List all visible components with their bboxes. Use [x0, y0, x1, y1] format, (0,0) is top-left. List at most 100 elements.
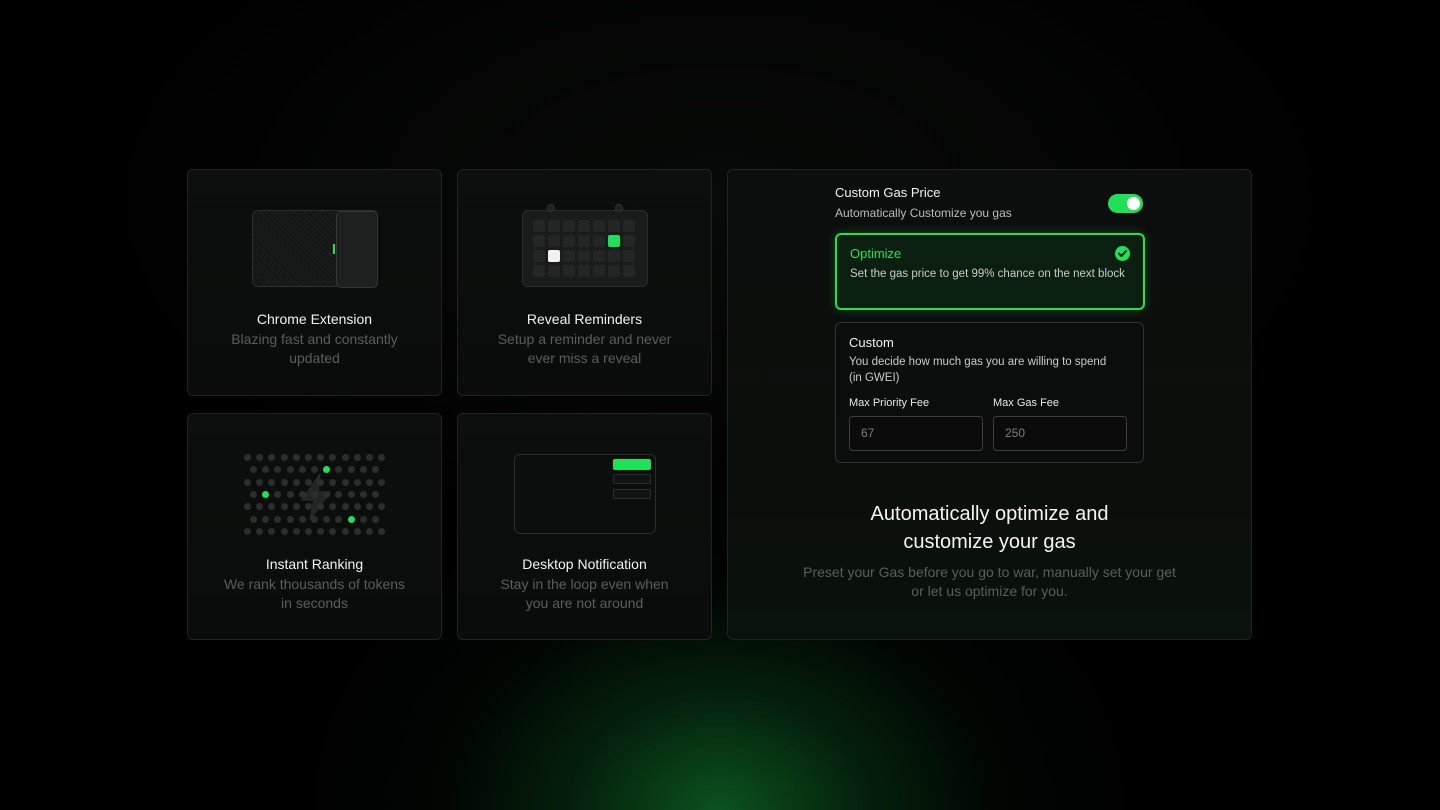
max-gas-fee-label: Max Gas Fee	[993, 397, 1060, 409]
rank-dot	[268, 527, 276, 535]
custom-option[interactable]: Custom You decide how much gas you are w…	[835, 322, 1144, 463]
optimize-title: Optimize	[850, 246, 902, 261]
rank-dot	[244, 503, 251, 511]
rank-dot	[244, 527, 251, 535]
feature-card-desktop-notification: Desktop Notification Stay in the loop ev…	[457, 413, 712, 640]
rank-dot	[366, 478, 373, 486]
rank-dot	[317, 478, 325, 486]
browser-extension-icon	[252, 210, 378, 288]
rank-dot	[353, 454, 361, 461]
rank-dot	[298, 515, 306, 523]
calendar-cell	[548, 265, 560, 277]
calendar-cell	[533, 250, 545, 262]
calendar-cell	[608, 220, 620, 232]
rank-dot	[359, 515, 367, 523]
feature-title: Desktop Notification	[522, 556, 647, 572]
rank-dot	[292, 503, 300, 511]
calendar-cell	[578, 220, 590, 232]
feature-description: Blazing fast and constantly updated	[231, 331, 398, 366]
rank-dot	[286, 466, 294, 474]
gas-description: Preset your Gas before you go to war, ma…	[803, 564, 1176, 599]
rank-dot	[256, 454, 264, 461]
rank-dot	[292, 527, 300, 535]
rank-dot	[305, 478, 312, 486]
rank-dot	[366, 454, 373, 461]
rank-dot	[250, 515, 257, 523]
rank-dot	[353, 478, 361, 486]
rank-dot	[341, 454, 349, 461]
calendar-icon	[522, 204, 648, 287]
calendar-cell	[578, 250, 590, 262]
max-priority-fee-input[interactable]: 67	[849, 416, 983, 451]
rank-dot	[286, 490, 294, 498]
rank-dot	[329, 478, 337, 486]
calendar-cell	[608, 250, 620, 262]
calendar-cell	[533, 265, 545, 277]
feature-description: We rank thousands of tokens in seconds	[223, 576, 406, 611]
rank-dot	[311, 490, 318, 498]
feature-card-reveal-reminders: Reveal Reminders Setup a reminder and ne…	[457, 169, 712, 396]
rank-dot	[262, 466, 270, 474]
rank-dot	[292, 454, 300, 461]
rank-dot	[256, 503, 264, 511]
feature-card-instant-ranking: Instant Ranking We rank thousands of tok…	[187, 413, 442, 640]
rank-dot	[347, 466, 355, 474]
feature-title: Reveal Reminders	[526, 311, 643, 327]
custom-gas-toggle[interactable]	[1108, 194, 1143, 213]
rank-dot	[305, 454, 312, 461]
feature-description: Setup a reminder and never ever miss a r…	[497, 331, 672, 366]
rank-dot	[359, 490, 367, 498]
rank-dot	[250, 466, 257, 474]
max-gas-fee-input[interactable]: 250	[993, 416, 1127, 451]
rank-dot	[262, 515, 270, 523]
rank-dot	[268, 478, 276, 486]
rank-dot	[329, 454, 337, 461]
rank-dot	[335, 466, 343, 474]
rank-dot	[378, 454, 386, 461]
feature-card-chrome-extension: Chrome Extension Blazing fast and consta…	[187, 169, 442, 396]
rank-dot	[372, 466, 379, 474]
gas-heading: Automatically optimize and customize you…	[870, 503, 1109, 553]
gas-title: Custom Gas Price	[835, 185, 941, 200]
rank-dot	[323, 515, 331, 523]
calendar-cell	[578, 235, 590, 247]
rank-dot	[280, 527, 288, 535]
calendar-cell	[563, 250, 575, 262]
calendar-cell	[533, 220, 545, 232]
calendar-cell	[563, 235, 575, 247]
rank-dot	[341, 527, 349, 535]
gas-settings-card: Custom Gas Price Automatically Customize…	[727, 169, 1252, 640]
calendar-cell	[593, 250, 605, 262]
optimize-description: Set the gas price to get 99% chance on t…	[850, 268, 1125, 280]
rank-dot	[335, 515, 343, 523]
calendar-cell	[593, 265, 605, 277]
rank-dot	[329, 527, 337, 535]
calendar-cell	[548, 220, 560, 232]
optimize-option[interactable]: Optimize Set the gas price to get 99% ch…	[835, 233, 1145, 310]
rank-dot	[372, 490, 379, 498]
rank-dot	[305, 527, 312, 535]
rank-dot	[359, 466, 367, 474]
rank-dot	[268, 454, 276, 461]
rank-dot	[341, 503, 349, 511]
rank-dot	[280, 478, 288, 486]
custom-title: Custom	[849, 335, 894, 350]
calendar-cell	[533, 235, 545, 247]
calendar-cell	[548, 250, 560, 262]
rank-dot	[378, 503, 386, 511]
rank-dot	[244, 454, 251, 461]
rank-dot	[262, 490, 270, 498]
rank-dot	[298, 490, 306, 498]
calendar-cell	[623, 220, 635, 232]
rank-dot	[268, 503, 276, 511]
notification-icon	[514, 454, 656, 534]
rank-dot	[311, 515, 318, 523]
rank-dot	[353, 503, 361, 511]
rank-dot	[250, 490, 257, 498]
rank-dot	[366, 503, 373, 511]
calendar-cell	[593, 220, 605, 232]
rank-dot	[372, 515, 379, 523]
feature-title: Instant Ranking	[265, 556, 364, 572]
toggle-knob	[1127, 197, 1140, 210]
lightning-icon	[244, 454, 388, 538]
